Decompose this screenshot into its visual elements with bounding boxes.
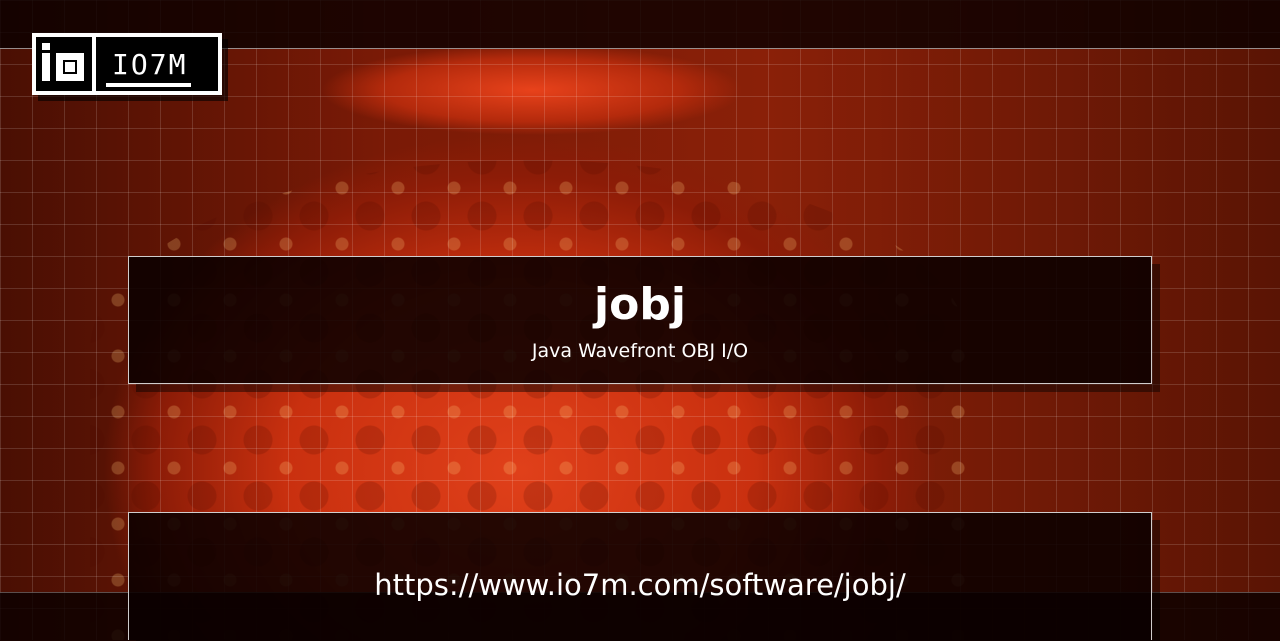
io7m-logo[interactable]: IO7M — [32, 33, 222, 95]
page-subtitle: Java Wavefront OBJ I/O — [531, 340, 749, 362]
logo-text: IO7M — [106, 51, 192, 87]
url-panel: https://www.io7m.com/software/jobj/ — [128, 512, 1152, 640]
io-logo-icon — [36, 37, 92, 91]
title-panel: jobj Java Wavefront OBJ I/O — [128, 256, 1152, 384]
page-title: jobj — [594, 279, 686, 330]
project-url-link[interactable]: https://www.io7m.com/software/jobj/ — [129, 567, 1151, 603]
logo-divider — [92, 37, 96, 91]
